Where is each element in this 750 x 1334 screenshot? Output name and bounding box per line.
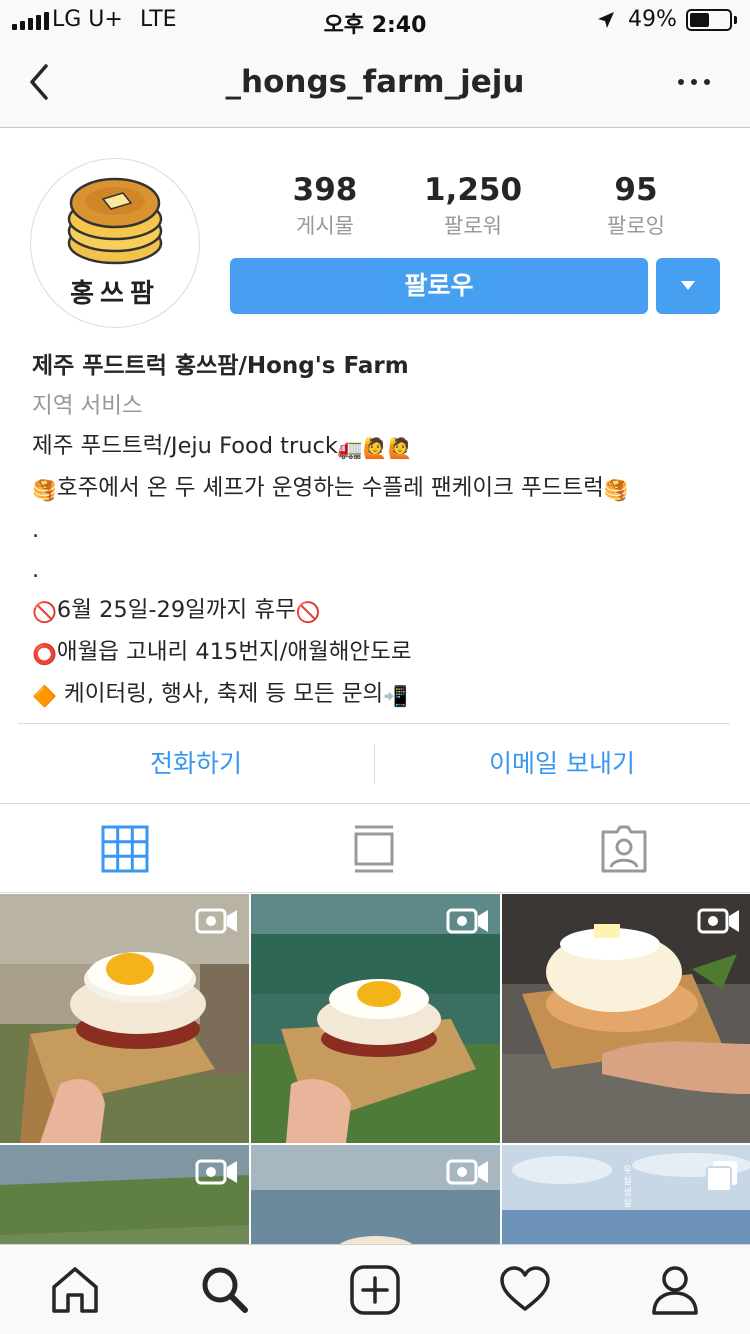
grid-post[interactable] <box>251 1145 500 1244</box>
bio-line-1-text: 제주 푸드트럭/Jeju Food truck <box>32 433 338 459</box>
battery-percent: 49% <box>628 7 677 32</box>
bio-line-2-text: 호주에서 온 두 셰프가 운영하는 수플레 팬케이크 푸드트럭 <box>56 475 604 501</box>
heart-icon[interactable] <box>498 1263 552 1317</box>
circle-emoji: ⭕ <box>32 642 57 666</box>
bio-line-3: 🚫6월 25일-29일까지 휴무🚫 <box>32 590 732 632</box>
call-button[interactable]: 전화하기 <box>18 744 374 784</box>
nav-bar: _hongs_farm_jeju <box>0 40 750 128</box>
prohibited-emoji: 🚫 <box>295 600 321 624</box>
home-icon[interactable] <box>48 1263 102 1317</box>
suggestions-dropdown-button[interactable] <box>656 258 720 314</box>
grid-post[interactable] <box>0 1145 249 1244</box>
bio-line-5-text: 케이터링, 행사, 축제 등 모든 문의 <box>56 681 384 707</box>
battery-icon <box>686 9 732 31</box>
username-title: _hongs_farm_jeju <box>225 64 525 100</box>
grid-post[interactable]: 우실생실 <box>502 1145 750 1244</box>
grid-post[interactable] <box>502 894 750 1143</box>
bottom-tab-bar <box>0 1244 750 1334</box>
posts-stat[interactable]: 398 게시물 <box>245 172 405 240</box>
grid-post[interactable] <box>0 894 249 1143</box>
posts-label: 게시물 <box>296 214 354 238</box>
search-icon[interactable] <box>198 1263 252 1317</box>
prohibited-emoji: 🚫 <box>32 600 57 624</box>
bio: 제주 푸드트럭 홍쓰팜/Hong's Farm 지역 서비스 제주 푸드트럭/J… <box>32 346 732 716</box>
bio-line-2: 🥞호주에서 온 두 셰프가 운영하는 수플레 팬케이크 푸드트럭🥞 <box>32 468 732 510</box>
video-icon <box>195 908 237 934</box>
phone-emoji: 📲 <box>383 684 409 708</box>
video-icon <box>697 908 739 934</box>
grid-icon[interactable] <box>100 824 150 874</box>
pancake-emoji: 🥞 <box>603 478 629 502</box>
video-icon <box>195 1159 237 1185</box>
bio-line-3-text: 6월 25일-29일까지 휴무 <box>56 597 296 623</box>
pancake-emoji: 🥞 <box>32 478 57 502</box>
caret-down-icon <box>681 281 695 290</box>
post-caption-overlay: 우실생실 <box>621 1165 631 1209</box>
avatar-brand-text: 홍쓰팜 <box>70 279 160 309</box>
feed-icon[interactable] <box>349 824 399 874</box>
video-icon <box>446 908 488 934</box>
grid-post[interactable] <box>251 894 500 1143</box>
divider <box>18 723 730 724</box>
avatar[interactable]: 홍쓰팜 <box>30 158 200 328</box>
profile-tabs <box>0 803 750 893</box>
following-count: 95 <box>614 172 658 208</box>
video-icon <box>446 1159 488 1185</box>
following-label: 팔로잉 <box>607 214 665 238</box>
followers-stat[interactable]: 1,250 팔로워 <box>393 172 553 240</box>
tagged-icon[interactable] <box>599 824 649 874</box>
bio-line-5: 🔶 케이터링, 행사, 축제 등 모든 문의📲 <box>32 674 732 716</box>
posts-count: 398 <box>292 172 358 208</box>
email-button[interactable]: 이메일 보내기 <box>375 744 749 784</box>
profile-category: 지역 서비스 <box>32 393 143 419</box>
bio-line-1: 제주 푸드트럭/Jeju Food truck🚛🙋🙋 <box>32 426 732 468</box>
bio-line-4: ⭕애월읍 고내리 415번지/애월해안도로 <box>32 632 732 674</box>
bio-line-4-text: 애월읍 고내리 415번지/애월해안도로 <box>56 639 412 665</box>
status-bar: LG U+ LTE 오후 2:40 49% <box>0 0 750 40</box>
ellipsis-icon[interactable] <box>672 72 716 92</box>
battery-tip <box>734 16 737 24</box>
followers-count: 1,250 <box>423 172 523 208</box>
location-arrow-icon <box>598 12 614 28</box>
profile-name: 제주 푸드트럭 홍쓰팜/Hong's Farm <box>32 353 409 379</box>
bio-dot: . <box>32 517 40 543</box>
bio-dot: . <box>32 557 40 583</box>
multiple-posts-icon <box>706 1161 737 1192</box>
battery-level <box>690 13 709 27</box>
profile-icon[interactable] <box>648 1263 702 1317</box>
diamond-emoji: 🔶 <box>32 684 57 708</box>
add-icon[interactable] <box>348 1263 402 1317</box>
follow-button[interactable]: 팔로우 <box>230 258 648 314</box>
photo-grid: 우실생실 <box>0 894 750 1244</box>
followers-label: 팔로워 <box>444 214 502 238</box>
following-stat[interactable]: 95 팔로잉 <box>556 172 716 240</box>
truck-people-emoji: 🚛🙋🙋 <box>337 436 413 460</box>
